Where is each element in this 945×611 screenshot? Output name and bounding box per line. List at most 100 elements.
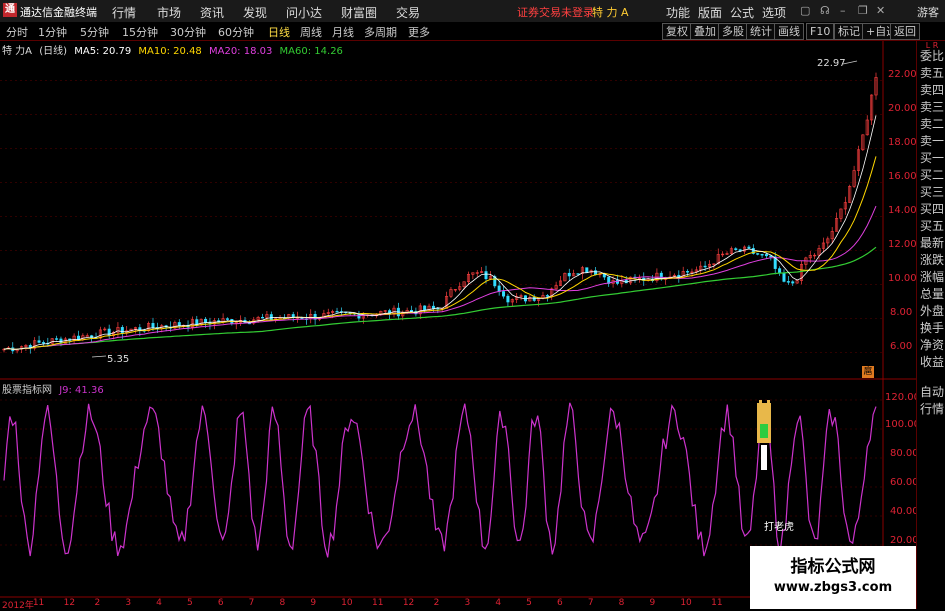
panel-ask1[interactable]: 卖一 (918, 134, 945, 148)
panel-ask3[interactable]: 卖三 (918, 100, 945, 114)
candle-body (782, 272, 786, 282)
ind-y-tick: 60.00 (890, 477, 919, 488)
guest-label[interactable]: 游客 (917, 4, 939, 20)
tab-daily[interactable]: 日线 (268, 24, 290, 40)
panel-bid3[interactable]: 买三 (918, 185, 945, 199)
candle-body (41, 342, 45, 344)
candle-body (247, 322, 251, 325)
tab-15min[interactable]: 15分钟 (122, 24, 158, 40)
candle-body (256, 316, 260, 321)
period-label: (日线) (39, 46, 68, 57)
panel-latest[interactable]: 最新 (918, 236, 945, 250)
candle-body (309, 313, 313, 320)
restore-rights-button[interactable]: 复权 (662, 23, 692, 40)
date-axis: 2012年 11 12 2 3 4 5 6 7 8 9 10 11 12 2 3 4 5 6 7 8 9 10 11 (0, 598, 750, 611)
candle-body (169, 326, 173, 329)
candle-body (703, 265, 707, 268)
menu-market[interactable]: 市场 (157, 4, 181, 21)
menu-function[interactable]: 功能 (666, 4, 690, 21)
panel-change[interactable]: 涨跌 (918, 253, 945, 267)
menu-options[interactable]: 选项 (762, 4, 786, 21)
tab-weekly[interactable]: 周线 (300, 24, 322, 40)
indicator-name[interactable]: 股票指标网 (2, 385, 52, 396)
candle-body (252, 319, 256, 324)
f10-button[interactable]: F10 (806, 23, 835, 40)
panel-change-pct[interactable]: 涨幅 (918, 270, 945, 284)
panel-ask5[interactable]: 卖五 (918, 66, 945, 80)
panel-quotes[interactable]: 行情 (918, 402, 945, 416)
panel-bid2[interactable]: 买二 (918, 168, 945, 182)
chart-badge[interactable]: 扈 (862, 366, 874, 378)
candle-body (519, 295, 523, 297)
tab-more[interactable]: 更多 (408, 24, 430, 40)
back-button[interactable]: 返回 (890, 23, 920, 40)
minimize-icon[interactable]: – (840, 4, 846, 17)
draw-line-button[interactable]: 画线 (774, 23, 804, 40)
candle-body (707, 263, 711, 267)
candle-body (151, 323, 155, 328)
menu-discover[interactable]: 发现 (243, 4, 267, 21)
candle-body (160, 325, 164, 330)
candle-body (116, 327, 120, 333)
tab-intraday[interactable]: 分时 (6, 24, 28, 40)
menu-wealth-circle[interactable]: 财富圈 (341, 4, 377, 21)
panel-bid5[interactable]: 买五 (918, 219, 945, 233)
candle-body (120, 327, 124, 334)
date-tick: 2 (94, 598, 101, 608)
overlay-button[interactable]: 叠加 (690, 23, 720, 40)
ma10-line (3, 156, 877, 350)
panel-turnover[interactable]: 换手 (918, 321, 945, 335)
candle-body (563, 272, 567, 282)
quote-side-panel: L R 委比 卖五 卖四 卖三 卖二 卖一 买一 买二 买三 买四 买五 最新 … (916, 41, 945, 609)
panel-outer-volume[interactable]: 外盘 (918, 304, 945, 318)
tab-60min[interactable]: 60分钟 (218, 24, 254, 40)
stock-name-label: 特 力A (2, 46, 33, 57)
panel-bid4[interactable]: 买四 (918, 202, 945, 216)
mark-button[interactable]: 标记 (834, 23, 864, 40)
candle-body (234, 322, 238, 324)
panel-ask4[interactable]: 卖四 (918, 83, 945, 97)
candle-body (239, 319, 243, 323)
candle-body (296, 317, 300, 319)
panel-bid1[interactable]: 买一 (918, 151, 945, 165)
candle-body (431, 305, 435, 309)
tab-30min[interactable]: 30分钟 (170, 24, 206, 40)
multi-stock-button[interactable]: 多股 (718, 23, 748, 40)
tab-5min[interactable]: 5分钟 (80, 24, 109, 40)
ma20-line (3, 205, 877, 350)
menu-layout[interactable]: 版面 (698, 4, 722, 21)
candle-body (142, 330, 146, 332)
candle-body (835, 218, 839, 232)
panel-net-assets[interactable]: 净资 (918, 338, 945, 352)
date-tick: 7 (587, 598, 594, 608)
candle-body (611, 280, 615, 284)
menu-quotes[interactable]: 行情 (112, 4, 136, 21)
indicator-grid (0, 399, 883, 546)
panel-auto[interactable]: 自动 (918, 385, 945, 399)
date-tick: 10 (680, 598, 692, 608)
candle-body (554, 285, 558, 290)
panel-ask2[interactable]: 卖二 (918, 117, 945, 131)
panel-volume[interactable]: 总量 (918, 287, 945, 301)
menu-formula[interactable]: 公式 (730, 4, 754, 21)
statistics-button[interactable]: 统计 (746, 23, 776, 40)
menu-ask-xiaoda[interactable]: 问小达 (286, 4, 322, 21)
headset-icon[interactable]: ☊ (820, 4, 830, 17)
panel-bid-ask-ratio[interactable]: 委比 (918, 49, 945, 63)
menu-trade[interactable]: 交易 (396, 4, 420, 21)
candle-body (322, 313, 326, 319)
menu-news[interactable]: 资讯 (200, 4, 224, 21)
chat-icon[interactable]: ▢ (800, 4, 810, 17)
candle-body (729, 248, 733, 254)
close-icon[interactable]: ✕ (876, 4, 885, 17)
tab-multi-period[interactable]: 多周期 (364, 24, 397, 40)
tab-monthly[interactable]: 月线 (332, 24, 354, 40)
restore-icon[interactable]: ❐ (858, 4, 868, 17)
candle-body (230, 319, 234, 324)
candle-body (668, 276, 672, 279)
panel-earnings[interactable]: 收益 (918, 355, 945, 369)
tab-1min[interactable]: 1分钟 (38, 24, 67, 40)
candle-body (576, 273, 580, 275)
login-status[interactable]: 证券交易未登录 (517, 4, 594, 20)
candle-body (747, 246, 751, 249)
